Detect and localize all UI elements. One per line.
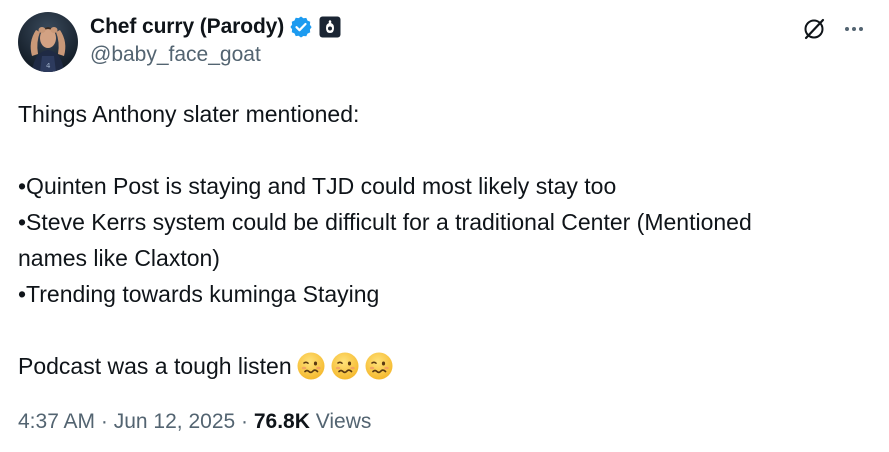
author-block: Chef curry (Parody) @baby_face_goat: [90, 12, 341, 67]
more-horizontal-icon[interactable]: [841, 16, 867, 42]
tweet-meta: 4:37 AM · Jun 12, 2025 · 76.8K Views: [18, 410, 371, 434]
woozy-face-emoji: [364, 351, 394, 381]
tweet-card: 4 Chef curry (Parody) @baby_face_goat Th…: [0, 0, 889, 452]
tweet-timestamp-date[interactable]: Jun 12, 2025: [114, 410, 235, 433]
tweet-actions: [801, 16, 867, 42]
views-label: Views: [309, 410, 372, 433]
tweet-header: 4 Chef curry (Parody) @baby_face_goat: [18, 12, 341, 72]
woozy-face-emoji: [296, 351, 326, 381]
grok-icon[interactable]: [801, 16, 827, 42]
meta-separator: ·: [95, 410, 114, 433]
tweet-line-bullet-3: •Trending towards kuminga Staying: [18, 281, 380, 307]
author-display-name[interactable]: Chef curry (Parody): [90, 15, 284, 39]
tweet-line-bullet-1: •Quinten Post is staying and TJD could m…: [18, 173, 617, 199]
avatar[interactable]: 4: [18, 12, 78, 72]
meta-separator: ·: [235, 410, 254, 433]
tweet-line-bullet-2: •Steve Kerrs system could be difficult f…: [18, 209, 752, 235]
woozy-face-emoji: [330, 351, 360, 381]
tweet-line-bullet-2-cont: names like Claxton): [18, 245, 220, 271]
svg-text:4: 4: [46, 62, 51, 70]
author-handle[interactable]: @baby_face_goat: [90, 43, 341, 67]
tweet-line-intro: Things Anthony slater mentioned:: [18, 101, 360, 127]
author-name-row: Chef curry (Parody): [90, 13, 341, 41]
tweet-line-closing: Podcast was a tough listen: [18, 348, 878, 384]
views-count[interactable]: 76.8K: [254, 410, 310, 433]
tweet-text: Things Anthony slater mentioned: •Quinte…: [18, 96, 878, 384]
affiliation-badge-icon[interactable]: [319, 16, 341, 38]
tweet-closing-text: Podcast was a tough listen: [18, 353, 292, 379]
tweet-timestamp-time[interactable]: 4:37 AM: [18, 410, 95, 433]
verified-badge-icon[interactable]: [289, 15, 313, 39]
